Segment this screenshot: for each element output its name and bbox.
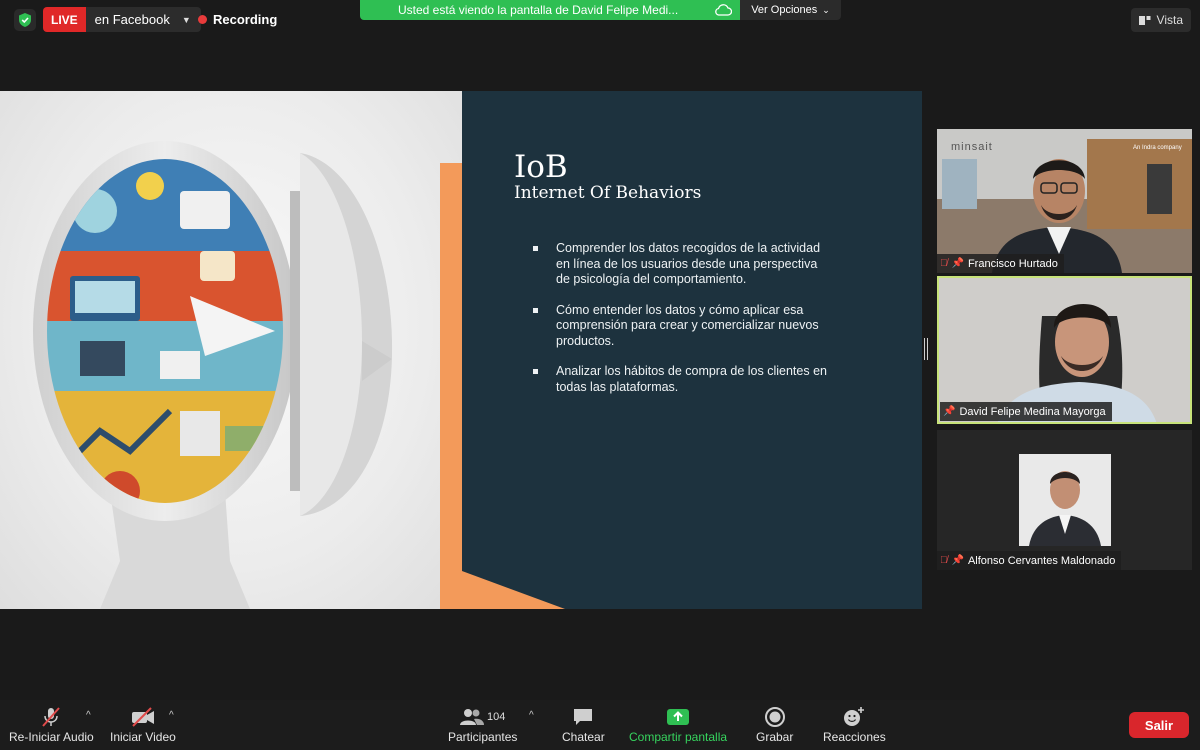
reactions-button[interactable]: Reacciones [823,706,886,744]
video-button[interactable]: Iniciar Video [110,706,176,744]
video-off-icon [130,706,156,728]
slide-title: IoB [514,149,568,185]
muted-mic-icon: 🎙̸ [940,555,948,566]
screen-share-banner: Usted está viendo la pantalla de David F… [360,0,841,20]
audio-label: Re-Iniciar Audio [9,730,94,744]
participants-icon [460,709,484,725]
background-logo-subtext: An Indra company [1133,145,1182,151]
meeting-toolbar: Re-Iniciar Audio ^ Iniciar Video ^ 104 P… [0,700,1200,750]
record-label: Grabar [756,730,794,744]
audio-button[interactable]: Re-Iniciar Audio [9,706,94,744]
participant-avatar-photo [1019,454,1111,546]
view-label: Vista [1156,13,1183,27]
slide-bullet-list: Comprender los datos recogidos de la act… [531,241,831,410]
muted-mic-icon: 🎙̸ [940,258,948,269]
view-options-button[interactable]: Ver Opciones ⌄ [740,0,841,20]
muted-mic-icon [40,706,62,728]
audio-options-chevron-icon[interactable]: ^ [86,710,91,721]
participants-count: 104 [487,711,506,723]
chat-button[interactable]: Chatear [562,706,605,744]
head-illustration-image [33,141,462,609]
slide-illustration-panel [0,91,462,609]
record-icon [764,706,786,728]
participant-video-tile[interactable]: minsait An Indra company 🎙̸ 📌 Francisco … [937,129,1192,273]
leave-meeting-button[interactable]: Salir [1129,712,1189,738]
chevron-down-icon: ▼ [181,14,191,25]
live-stream-indicator[interactable]: LIVE en Facebook ▼ [43,7,201,32]
recording-label: Recording [213,12,278,27]
add-reaction-icon [842,706,866,728]
participants-icon-wrapper: 104 [460,706,505,728]
cloud-icon [715,4,732,16]
pin-icon: 📌 [943,406,956,417]
record-button[interactable]: Grabar [756,706,793,744]
share-banner-text: Usted está viendo la pantalla de David F… [398,3,679,17]
recording-dot-icon [198,15,207,24]
pin-icon: 📌 [951,555,964,566]
share-banner-status: Usted está viendo la pantalla de David F… [360,0,740,20]
reactions-label: Reacciones [823,730,886,744]
view-options-label: Ver Opciones [751,4,818,16]
slide-bullet: Analizar los hábitos de compra de los cl… [531,364,831,395]
share-screen-button[interactable]: Compartir pantalla [629,706,727,744]
live-badge: LIVE [43,7,86,32]
participant-name-tag: 🎙̸ 📌 Alfonso Cervantes Maldonado [937,551,1122,570]
security-shield-icon[interactable] [14,9,36,31]
chat-bubble-icon [572,706,594,728]
participants-options-chevron-icon[interactable]: ^ [529,710,534,721]
live-destination-dropdown[interactable]: en Facebook ▼ [85,7,201,32]
participant-name-tag: 📌 David Felipe Medina Mayorga [940,402,1112,421]
background-logo-text: minsait [951,141,993,153]
slide-bullet: Cómo entender los datos y cómo aplicar e… [531,303,831,350]
video-options-chevron-icon[interactable]: ^ [169,710,174,721]
participants-button[interactable]: 104 Participantes [448,706,517,744]
pin-icon: 📌 [951,258,964,269]
participant-video-tile[interactable]: 🎙̸ 📌 Alfonso Cervantes Maldonado [937,430,1192,570]
view-button[interactable]: Vista [1130,8,1191,32]
chevron-down-icon: ⌄ [822,4,830,15]
view-layout-icon [1138,15,1151,25]
share-screen-label: Compartir pantalla [629,730,728,744]
participants-label: Participantes [448,730,518,744]
participant-name: Francisco Hurtado [967,257,1058,270]
chat-label: Chatear [562,730,605,744]
video-label: Iniciar Video [110,730,176,744]
share-screen-icon [666,706,690,728]
slide-bullet: Comprender los datos recogidos de la act… [531,241,831,288]
participant-name: Alfonso Cervantes Maldonado [967,554,1116,567]
slide-subtitle: Internet Of Behaviors [514,183,702,203]
live-destination-label: en Facebook [94,12,170,27]
recording-indicator[interactable]: Recording [198,12,277,27]
panel-resize-handle[interactable] [924,338,928,360]
participant-video-tile-active-speaker[interactable]: 📌 David Felipe Medina Mayorga [937,276,1192,424]
participant-name-tag: 🎙̸ 📌 Francisco Hurtado [937,254,1064,273]
participant-name: David Felipe Medina Mayorga [959,405,1106,418]
